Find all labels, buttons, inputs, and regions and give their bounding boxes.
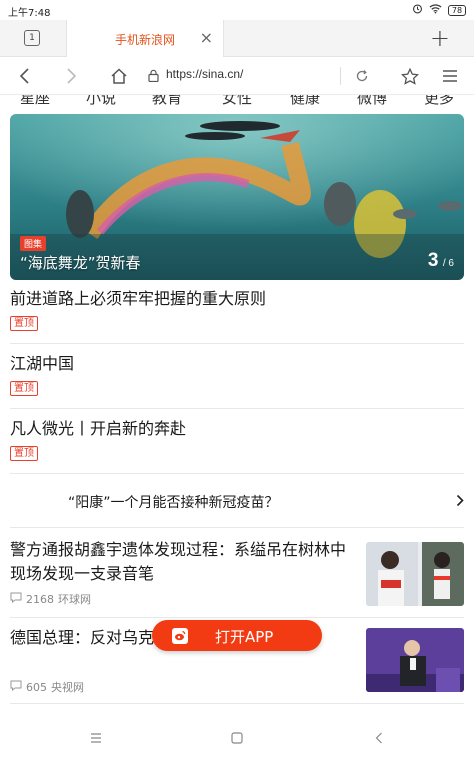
close-icon[interactable]: × bbox=[200, 28, 213, 47]
home-button-icon[interactable] bbox=[229, 730, 245, 746]
tab-active[interactable]: 手机新浪网 × bbox=[66, 20, 224, 57]
menu-icon[interactable] bbox=[439, 65, 461, 87]
hero-page-total: / 6 bbox=[442, 258, 454, 269]
url-text: https://sina.cn/ bbox=[166, 67, 244, 81]
system-nav-bar bbox=[0, 718, 474, 758]
article-title: 凡人微光丨开启新的奔赴 bbox=[10, 419, 187, 438]
status-bar: 上午7:48 78 bbox=[0, 0, 474, 20]
hero-caption: “海底舞龙”贺新春 bbox=[20, 254, 141, 272]
open-app-button[interactable]: 打开APP bbox=[152, 620, 322, 651]
tab-bar: 1 手机新浪网 × + bbox=[0, 20, 474, 57]
news-item[interactable]: 警方通报胡鑫宇遗体发现过程：系缢吊在树林中 现场发现一支录音笔 2168 环球网 bbox=[10, 536, 464, 618]
comment-count: 2168 bbox=[26, 592, 54, 606]
question-link[interactable]: “阳康”一个月能否接种新冠疫苗？ bbox=[10, 474, 464, 528]
url-field[interactable]: https://sina.cn/ bbox=[148, 64, 378, 88]
list-item[interactable]: 前进道路上必须牢牢把握的重大原则 置顶 bbox=[10, 287, 464, 344]
news-thumbnail bbox=[366, 628, 464, 692]
question-text: “阳康”一个月能否接种新冠疫苗？ bbox=[68, 495, 279, 511]
status-icons: 78 bbox=[412, 3, 466, 17]
new-tab-button[interactable]: + bbox=[430, 24, 450, 52]
category-item[interactable]: 小说 bbox=[86, 95, 116, 107]
refresh-icon[interactable] bbox=[351, 65, 373, 87]
category-item[interactable]: 更多 bbox=[424, 95, 454, 107]
status-time: 上午7:48 bbox=[8, 8, 51, 19]
wifi-icon bbox=[429, 3, 442, 17]
forward-icon[interactable] bbox=[60, 65, 82, 87]
alarm-icon bbox=[412, 3, 423, 17]
list-item[interactable]: 江湖中国 置顶 bbox=[10, 352, 464, 409]
chevron-right-icon bbox=[456, 492, 464, 511]
article-title: 江湖中国 bbox=[10, 354, 75, 373]
pinned-tag: 置顶 bbox=[10, 446, 38, 461]
news-meta: 605 央视网 bbox=[10, 679, 84, 695]
divider bbox=[340, 67, 341, 85]
news-source: 环球网 bbox=[58, 593, 91, 606]
back-nav-icon[interactable] bbox=[371, 730, 387, 746]
hero-carousel[interactable]: 图集 “海底舞龙”贺新春 3 / 6 bbox=[10, 114, 464, 280]
news-source: 央视网 bbox=[51, 681, 84, 694]
category-item[interactable]: 健康 bbox=[290, 95, 320, 107]
star-icon[interactable] bbox=[399, 65, 421, 87]
list-item[interactable]: 凡人微光丨开启新的奔赴 置顶 bbox=[10, 417, 464, 474]
hero-page-current: 3 bbox=[427, 250, 439, 271]
hero-badge: 图集 bbox=[20, 236, 47, 251]
back-icon[interactable] bbox=[14, 65, 36, 87]
lock-icon bbox=[148, 67, 159, 86]
pinned-tag: 置顶 bbox=[10, 316, 38, 331]
sina-logo-icon bbox=[172, 628, 188, 644]
pinned-tag: 置顶 bbox=[10, 381, 38, 396]
category-item[interactable]: 微博 bbox=[357, 95, 387, 107]
comment-icon bbox=[10, 592, 22, 606]
comment-count: 605 bbox=[26, 680, 47, 694]
address-bar: https://sina.cn/ bbox=[0, 57, 474, 95]
article-title: 前进道路上必须牢牢把握的重大原则 bbox=[10, 289, 267, 308]
news-meta: 2168 环球网 bbox=[10, 591, 91, 607]
news-thumbnail bbox=[366, 542, 464, 606]
comment-icon bbox=[10, 680, 22, 694]
category-item[interactable]: 女性 bbox=[222, 95, 252, 107]
tab-title: 手机新浪网 bbox=[115, 33, 176, 47]
recent-apps-icon[interactable] bbox=[88, 730, 104, 746]
home-icon[interactable] bbox=[108, 65, 130, 87]
tab-switcher-button[interactable]: 1 bbox=[24, 30, 40, 46]
category-nav: 星座 小说 教育 女性 健康 微博 更多 bbox=[0, 95, 474, 107]
news-title: 警方通报胡鑫宇遗体发现过程：系缢吊在树林中 现场发现一支录音笔 bbox=[10, 540, 347, 583]
category-item[interactable]: 星座 bbox=[20, 95, 50, 107]
open-app-label: 打开APP bbox=[215, 628, 274, 646]
hero-pagination: 3 / 6 bbox=[428, 250, 454, 272]
category-item[interactable]: 教育 bbox=[152, 95, 182, 107]
battery-indicator: 78 bbox=[448, 4, 466, 16]
